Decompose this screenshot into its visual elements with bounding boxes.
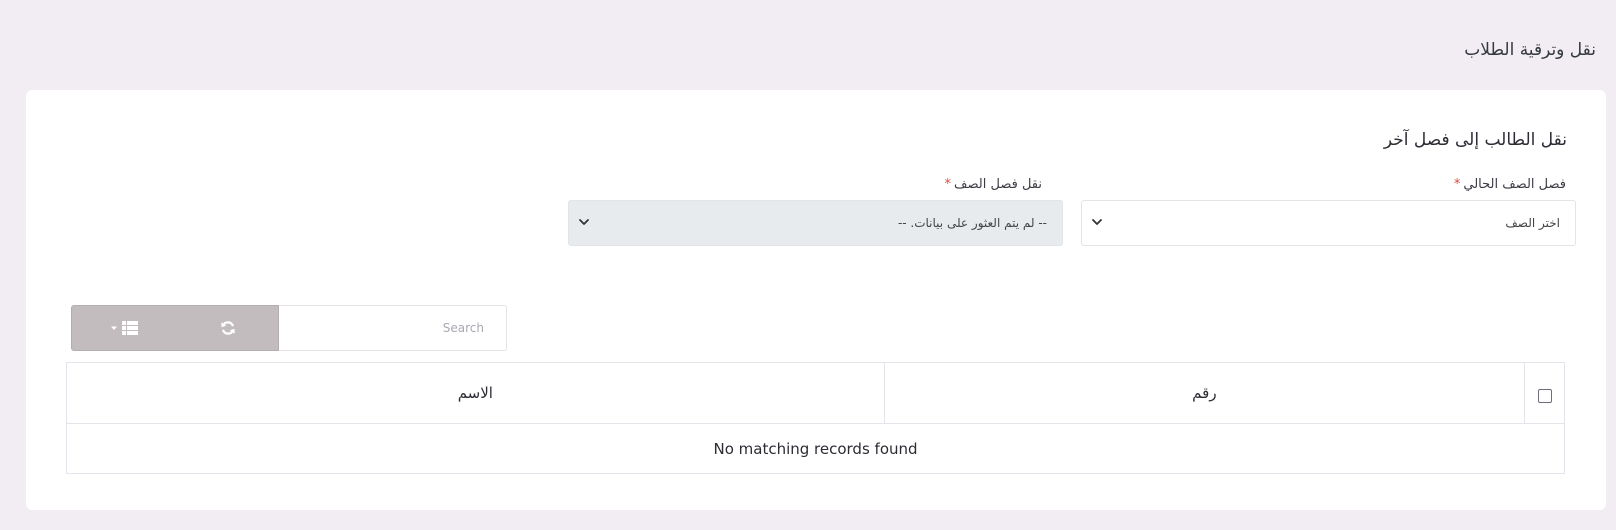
current-class-label-text: فصل الصف الحالي: [1463, 177, 1566, 192]
refresh-icon: [221, 321, 235, 335]
search-box: [279, 305, 507, 351]
table-header-row: الاسم رقم: [66, 362, 1565, 424]
select-all-checkbox[interactable]: [1537, 389, 1552, 403]
search-input[interactable]: [279, 306, 506, 350]
table-row: No matching records found: [66, 423, 1565, 474]
target-class-label-text: نقل فصل الصف: [954, 177, 1042, 192]
required-mark: *: [1453, 177, 1461, 192]
students-table: الاسم رقم No matching records found: [66, 362, 1565, 474]
page-title: نقل وترقية الطلاب: [1464, 40, 1596, 60]
transfer-card: نقل الطالب إلى فصل آخر فصل الصف الحالي* …: [26, 90, 1606, 510]
current-class-select[interactable]: اختر الصف: [1081, 200, 1576, 246]
caret-down-icon: [111, 326, 117, 330]
chevron-down-icon: [579, 219, 589, 225]
target-class-select-value: -- لم يتم العثور على بيانات. --: [897, 216, 1047, 230]
list-icon: [122, 321, 138, 335]
current-class-select-value: اختر الصف: [1505, 216, 1560, 230]
current-class-label: فصل الصف الحالي*: [1454, 177, 1566, 192]
required-mark: *: [944, 177, 952, 192]
target-class-label: نقل فصل الصف*: [945, 177, 1042, 192]
chevron-down-icon: [1092, 219, 1102, 225]
column-header-name[interactable]: الاسم: [66, 362, 885, 424]
columns-toggle-button[interactable]: [72, 306, 176, 350]
toolbar-button-group: [71, 305, 279, 351]
refresh-button[interactable]: [176, 306, 280, 350]
card-title: نقل الطالب إلى فصل آخر: [1383, 130, 1567, 150]
target-class-select[interactable]: -- لم يتم العثور على بيانات. --: [568, 200, 1063, 246]
empty-message: No matching records found: [66, 423, 1565, 474]
table-toolbar: [71, 305, 507, 351]
column-header-number[interactable]: رقم: [883, 362, 1526, 424]
column-header-select: [1524, 362, 1565, 424]
